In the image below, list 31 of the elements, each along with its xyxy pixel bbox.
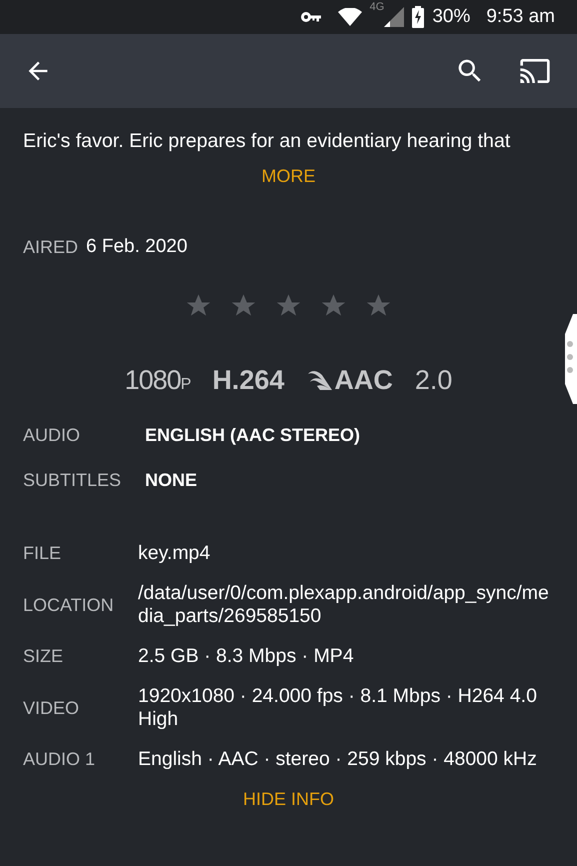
key-icon bbox=[300, 11, 322, 23]
hide-info-button[interactable]: HIDE INFO bbox=[236, 785, 340, 814]
video-codec-label: H.264 bbox=[212, 364, 284, 396]
resolution-label: 1080P bbox=[124, 364, 190, 396]
info-value: 1920x1080 · 24.000 fps · 8.1 Mbps · H264 4.0 High bbox=[138, 685, 538, 731]
stream-label: SUBTITLES bbox=[23, 469, 122, 492]
battery-charging-icon bbox=[412, 6, 424, 28]
info-label: SIZE bbox=[23, 645, 64, 668]
drag-handle[interactable] bbox=[565, 314, 577, 404]
signal-icon bbox=[384, 7, 404, 27]
info-value: /data/user/0/com.plexapp.android/app_sync/media_parts/269585150 bbox=[138, 582, 550, 628]
wifi-icon bbox=[338, 8, 362, 26]
network-type-label: 4G bbox=[370, 0, 384, 15]
info-value: key.mp4 bbox=[138, 542, 210, 565]
synopsis-text: Eric's favor. Eric prepares for an evidentiary hearing that bbox=[22, 129, 512, 154]
info-label: LOCATION bbox=[23, 594, 115, 616]
clock: 9:53 am bbox=[486, 4, 555, 29]
info-label: FILE bbox=[23, 542, 62, 565]
info-label: VIDEO bbox=[23, 696, 80, 720]
info-value: English · AAC · stereo · 259 kbps · 48000 kHz bbox=[138, 748, 537, 771]
stream-value[interactable]: NONE bbox=[145, 467, 198, 494]
more-button[interactable]: MORE bbox=[256, 162, 322, 191]
channels-label: 2.0 bbox=[414, 364, 452, 396]
info-value: 2.5 GB · 8.3 Mbps · MP4 bbox=[138, 645, 354, 668]
battery-percent: 30% bbox=[432, 4, 470, 29]
aired-label: AIRED bbox=[23, 236, 78, 259]
aired-date: 6 Feb. 2020 bbox=[86, 235, 188, 259]
info-label: AUDIO 1 bbox=[23, 748, 96, 771]
audio-codec-label: AAC bbox=[334, 364, 393, 396]
stream-label: AUDIO bbox=[23, 424, 82, 447]
stream-value[interactable]: ENGLISH (AAC STEREO) bbox=[145, 422, 360, 449]
